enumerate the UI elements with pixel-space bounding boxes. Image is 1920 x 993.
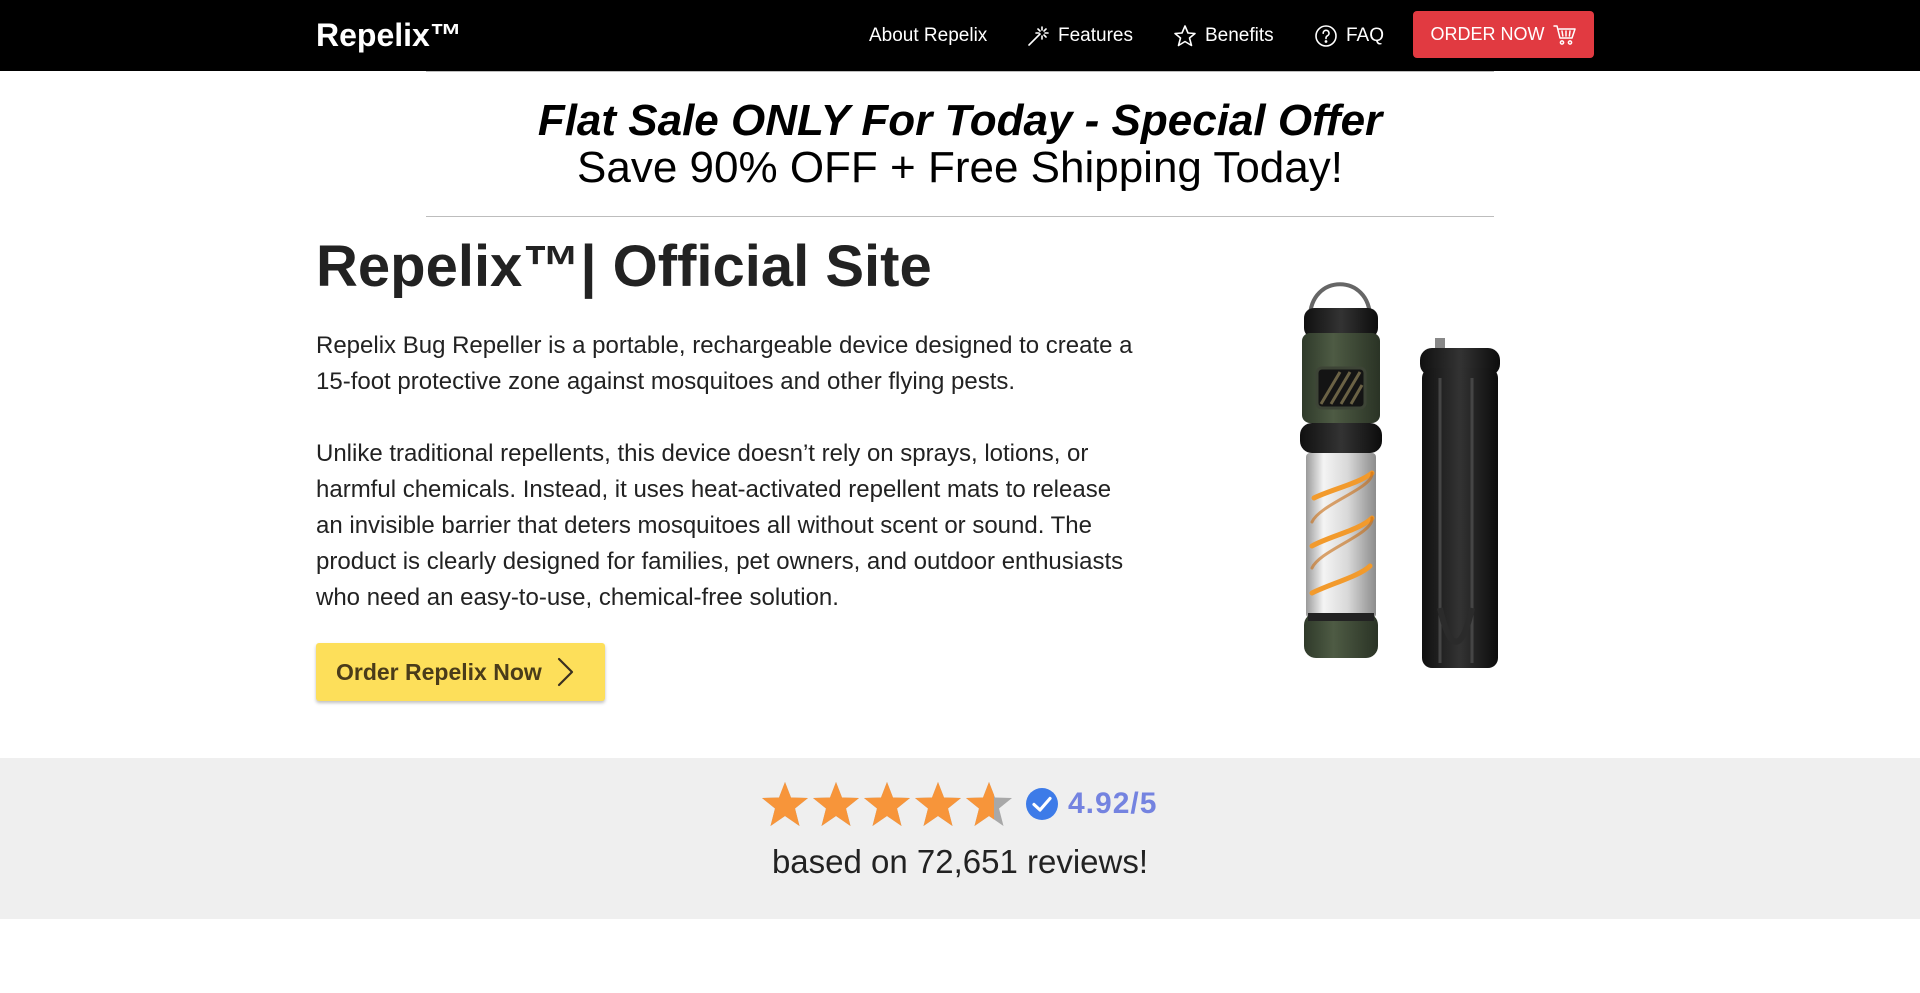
star-icon bbox=[1173, 24, 1197, 48]
verified-check-icon bbox=[1025, 787, 1059, 821]
rating-score: 4.92/5 bbox=[1068, 787, 1158, 820]
promo-subheadline: Save 90% OFF + Free Shipping Today! bbox=[577, 143, 1343, 192]
page-title: Repelix™| Official Site bbox=[316, 234, 932, 299]
magic-wand-icon bbox=[1026, 24, 1050, 48]
nav-item-label: Features bbox=[1058, 24, 1133, 46]
star-icon bbox=[864, 782, 910, 826]
nav-item-features[interactable]: Features bbox=[1026, 0, 1133, 71]
star-icon bbox=[966, 782, 1012, 826]
nav-item-faq[interactable]: FAQ bbox=[1314, 0, 1384, 71]
nav-item-label: About Repelix bbox=[869, 24, 988, 46]
cart-icon bbox=[1552, 24, 1577, 46]
star-icon bbox=[762, 782, 808, 826]
star-icon bbox=[915, 782, 961, 826]
top-navbar: Repelix™ About Repelix Features Benefits bbox=[0, 0, 1920, 71]
order-now-button[interactable]: ORDER NOW bbox=[1413, 11, 1594, 58]
hero-paragraph: Repelix Bug Repeller is a portable, rech… bbox=[316, 332, 1133, 395]
promo-headline: Flat Sale ONLY For Today - Special Offer bbox=[537, 96, 1383, 145]
nav-item-label: FAQ bbox=[1346, 24, 1385, 46]
question-circle-icon bbox=[1314, 24, 1338, 48]
order-repelix-button[interactable]: Order Repelix Now bbox=[316, 643, 605, 701]
cta-label: Order Repelix Now bbox=[336, 658, 542, 685]
chevron-right-icon bbox=[554, 656, 576, 688]
hero-paragraph: Unlike traditional repellents, this devi… bbox=[316, 440, 1124, 611]
nav-item-label: Benefits bbox=[1205, 24, 1274, 46]
review-count: based on 72,651 reviews! bbox=[771, 843, 1149, 880]
product-image bbox=[1290, 268, 1520, 678]
divider bbox=[426, 71, 1494, 72]
brand-logo[interactable]: Repelix™ bbox=[316, 16, 462, 54]
divider bbox=[426, 216, 1494, 217]
nav-item-about[interactable]: About Repelix bbox=[869, 0, 987, 71]
star-icon bbox=[813, 782, 859, 826]
order-now-label: ORDER NOW bbox=[1430, 24, 1545, 44]
nav-item-benefits[interactable]: Benefits bbox=[1173, 0, 1274, 71]
star-rating bbox=[760, 778, 1015, 830]
